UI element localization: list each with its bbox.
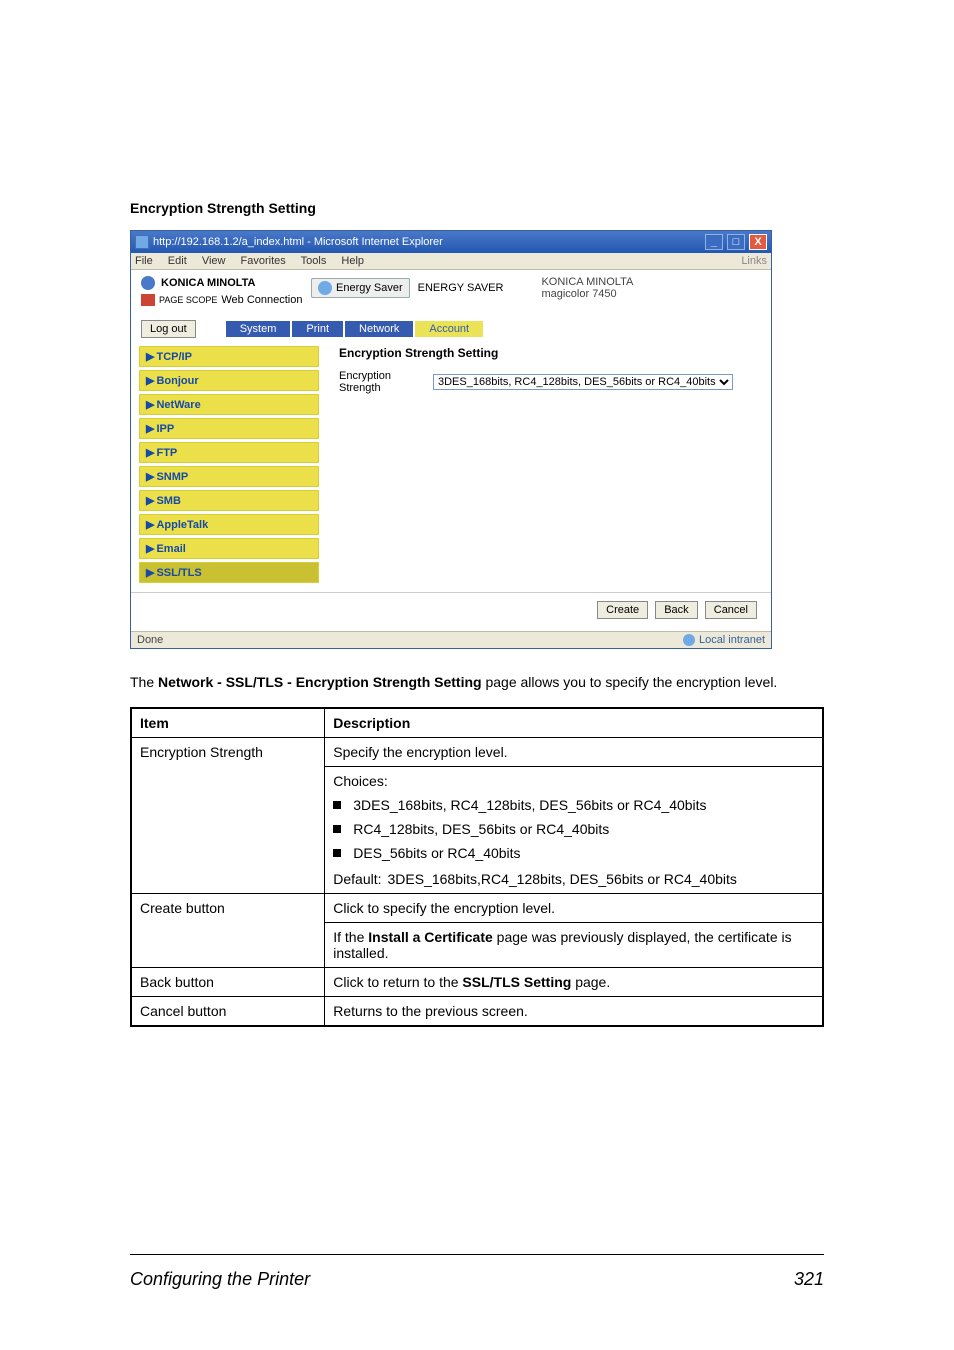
tab-network[interactable]: Network (345, 321, 413, 337)
brand-name: KONICA MINOLTA (161, 277, 256, 289)
sidebar-item-snmp[interactable]: ▶SNMP (139, 466, 319, 487)
row-encryption-strength-desc1: Specify the encryption level. (325, 737, 823, 766)
sidebar-item-ssltls[interactable]: ▶SSL/TLS (139, 562, 319, 583)
row-create-desc1: Click to specify the encryption level. (325, 893, 823, 922)
sidebar-item-email[interactable]: ▶Email (139, 538, 319, 559)
ie-icon (135, 235, 149, 249)
menu-file[interactable]: File (135, 255, 159, 267)
col-item: Item (131, 708, 325, 738)
sidebar-item-bonjour[interactable]: ▶Bonjour (139, 370, 319, 391)
window-buttons: _ □ X (705, 234, 767, 250)
row-cancel-item: Cancel button (131, 996, 325, 1026)
menu-bar: File Edit View Favorites Tools Help Link… (131, 253, 771, 270)
content-title: Encryption Strength Setting (339, 346, 757, 360)
back-button[interactable]: Back (655, 601, 697, 619)
menu-favorites[interactable]: Favorites (241, 255, 292, 267)
sidebar: ▶TCP/IP ▶Bonjour ▶NetWare ▶IPP ▶FTP ▶SNM… (131, 340, 325, 592)
row-back-desc: Click to return to the SSL/TLS Setting p… (325, 967, 823, 996)
device-brand: KONICA MINOLTA (541, 276, 633, 288)
pagescope-label: Web Connection (221, 294, 302, 306)
tab-print[interactable]: Print (292, 321, 343, 337)
sidebar-item-appletalk[interactable]: ▶AppleTalk (139, 514, 319, 535)
default-value: 3DES_168bits,RC4_128bits, DES_56bits or … (382, 871, 737, 887)
energy-saver-button[interactable]: Energy Saver (311, 278, 410, 298)
minimize-icon[interactable]: _ (705, 234, 723, 250)
maximize-icon[interactable]: □ (727, 234, 745, 250)
links-label[interactable]: Links (741, 255, 767, 267)
status-zone: Local intranet (683, 634, 765, 646)
encryption-strength-label: Encryption Strength (339, 370, 419, 394)
create-button[interactable]: Create (597, 601, 648, 619)
header-area: KONICA MINOLTA PAGE SCOPE Web Connection… (131, 270, 771, 312)
browser-window: http://192.168.1.2/a_index.html - Micros… (130, 230, 772, 649)
intro-paragraph: The Network - SSL/TLS - Encryption Stren… (130, 673, 824, 693)
window-title: http://192.168.1.2/a_index.html - Micros… (153, 236, 443, 248)
menu-help[interactable]: Help (341, 255, 370, 267)
sidebar-item-netware[interactable]: ▶NetWare (139, 394, 319, 415)
window-titlebar: http://192.168.1.2/a_index.html - Micros… (131, 231, 771, 253)
row-encryption-strength-desc2: Choices: 3DES_168bits, RC4_128bits, DES_… (325, 766, 823, 893)
pagescope-icon (141, 294, 155, 306)
footer-page-number: 321 (794, 1269, 824, 1290)
footer-title: Configuring the Printer (130, 1269, 310, 1290)
energy-saver-label: ENERGY SAVER (418, 282, 504, 294)
row-create-desc2: If the Install a Certificate page was pr… (325, 922, 823, 967)
row-back-item: Back button (131, 967, 325, 996)
globe-icon (683, 634, 695, 646)
row-cancel-desc: Returns to the previous screen. (325, 996, 823, 1026)
sidebar-item-smb[interactable]: ▶SMB (139, 490, 319, 511)
sidebar-item-ipp[interactable]: ▶IPP (139, 418, 319, 439)
menu-edit[interactable]: Edit (168, 255, 193, 267)
close-icon[interactable]: X (749, 234, 767, 250)
choice-2: RC4_128bits, DES_56bits or RC4_40bits (333, 821, 814, 837)
tab-system[interactable]: System (226, 321, 291, 337)
pagescope-prefix: PAGE SCOPE (159, 295, 217, 305)
brand-logo-icon (141, 276, 155, 290)
col-description: Description (325, 708, 823, 738)
device-model: magicolor 7450 (541, 288, 633, 300)
tab-account[interactable]: Account (415, 321, 483, 337)
properties-table: Item Description Encryption Strength Spe… (130, 707, 824, 1027)
cancel-button[interactable]: Cancel (705, 601, 757, 619)
status-done: Done (137, 634, 163, 646)
choice-1: 3DES_168bits, RC4_128bits, DES_56bits or… (333, 797, 814, 813)
logout-button[interactable]: Log out (141, 320, 196, 338)
row-encryption-strength-item: Encryption Strength (131, 737, 325, 893)
encryption-strength-select[interactable]: 3DES_168bits, RC4_128bits, DES_56bits or… (433, 374, 733, 390)
sidebar-item-ftp[interactable]: ▶FTP (139, 442, 319, 463)
moon-icon (318, 281, 332, 295)
menu-tools[interactable]: Tools (301, 255, 333, 267)
row-create-item: Create button (131, 893, 325, 967)
default-label: Default: (333, 871, 381, 887)
choice-3: DES_56bits or RC4_40bits (333, 845, 814, 861)
energy-saver-btn-label: Energy Saver (336, 282, 403, 294)
sidebar-item-tcpip[interactable]: ▶TCP/IP (139, 346, 319, 367)
page-footer: Configuring the Printer 321 (130, 1254, 824, 1290)
section-heading: Encryption Strength Setting (130, 200, 824, 216)
menu-view[interactable]: View (202, 255, 232, 267)
